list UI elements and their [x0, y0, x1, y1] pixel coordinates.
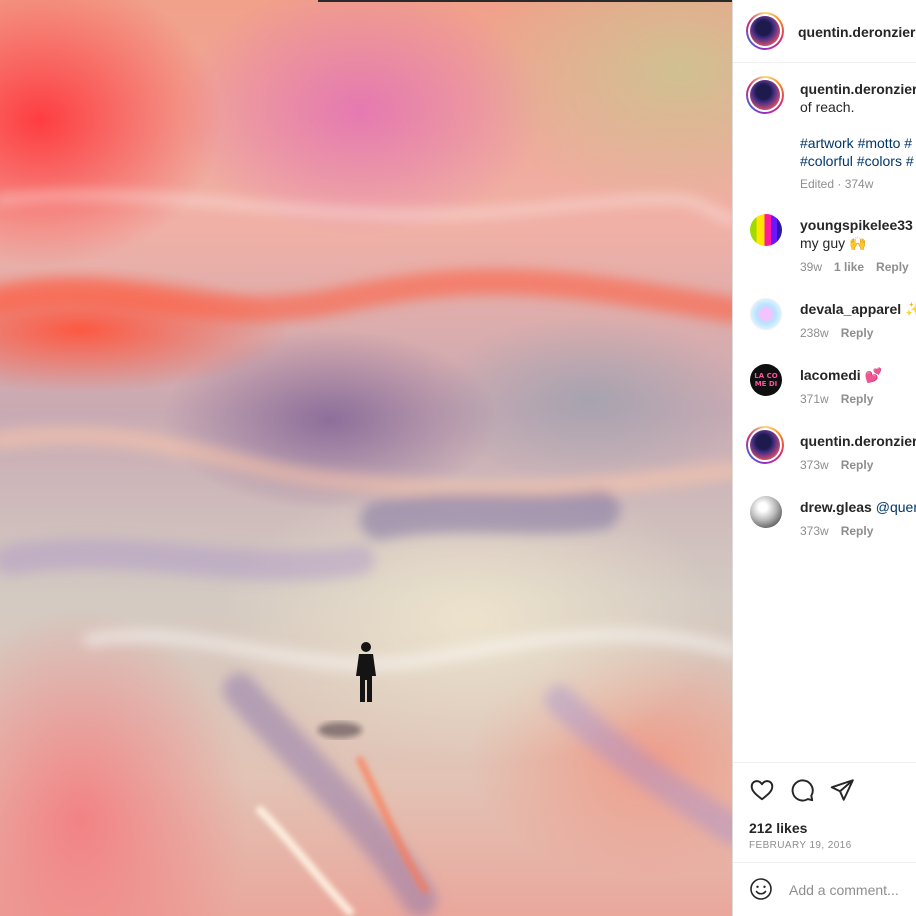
comment-meta: 371w Reply — [800, 392, 873, 406]
reply-button[interactable]: Reply — [841, 524, 874, 538]
comment-icon[interactable] — [789, 777, 815, 803]
caption-meta: Edited · 374w — [800, 177, 874, 191]
comment-avatar[interactable] — [750, 298, 782, 330]
comment-username[interactable]: youngspikelee33 @ — [800, 217, 916, 233]
comment-meta: 39w 1 like Reply — [800, 260, 909, 274]
reply-button[interactable]: Reply — [841, 326, 874, 340]
comment-meta: 373w Reply — [800, 524, 873, 538]
sparkles-emoji: ✨ — [905, 301, 916, 317]
reply-button[interactable]: Reply — [876, 260, 909, 274]
comment-avatar[interactable] — [746, 426, 784, 464]
caption-hashtags-line1[interactable]: #artwork #motto # — [800, 135, 912, 151]
comment-meta: 238w Reply — [800, 326, 873, 340]
post-image[interactable] — [0, 0, 732, 916]
comment-form — [733, 862, 916, 916]
comment-meta: 373w Reply — [800, 458, 873, 472]
author-username[interactable]: quentin.deronzier — [798, 24, 915, 40]
post-header: quentin.deronzier — [733, 0, 916, 63]
caption-time[interactable]: 374w — [845, 177, 874, 191]
comment-username[interactable]: quentin.deronzier — [800, 433, 916, 449]
heart-icon[interactable] — [749, 777, 775, 803]
post-side-panel: quentin.deronzier quentin.deronzier of r… — [732, 0, 916, 916]
action-bar: 212 likes FEBRUARY 19, 2016 — [733, 762, 916, 862]
caption-hashtags-line2[interactable]: #colorful #colors # — [800, 153, 914, 169]
comment-likes[interactable]: 1 like — [834, 260, 864, 274]
comment-avatar[interactable]: LA CO ME DI — [750, 364, 782, 396]
comment-time[interactable]: 373w — [800, 524, 829, 538]
lacomedi-logo-text: LA CO ME DI — [754, 372, 778, 388]
comment-avatar[interactable] — [750, 496, 782, 528]
comment-time[interactable]: 373w — [800, 458, 829, 472]
reply-button[interactable]: Reply — [841, 392, 874, 406]
caption-text: of reach. — [800, 99, 855, 115]
author-avatar[interactable] — [746, 12, 784, 50]
hearts-emoji: 💕 — [864, 367, 883, 383]
comment-time[interactable]: 371w — [800, 392, 829, 406]
comment-text: my guy 🙌 — [800, 235, 867, 251]
share-icon[interactable] — [829, 777, 855, 803]
comment-time[interactable]: 39w — [800, 260, 822, 274]
comment-avatar[interactable] — [750, 214, 782, 246]
add-comment-input[interactable] — [789, 879, 916, 901]
top-edge-strip — [318, 0, 732, 2]
comment-username[interactable]: lacomedi 💕 — [800, 367, 882, 384]
caption-edited-label: Edited — [800, 177, 835, 191]
comment-time[interactable]: 238w — [800, 326, 829, 340]
reply-button[interactable]: Reply — [841, 458, 874, 472]
caption-avatar[interactable] — [746, 76, 784, 114]
post-image-waves — [0, 190, 732, 916]
comment-username[interactable]: drew.gleas @quent — [800, 499, 916, 515]
comment-username[interactable]: devala_apparel ✨ — [800, 301, 916, 318]
likes-count[interactable]: 212 likes — [749, 820, 807, 836]
post-date[interactable]: FEBRUARY 19, 2016 — [749, 840, 852, 851]
comment-mention[interactable]: @quent — [876, 499, 916, 515]
standing-figure — [356, 642, 376, 702]
figure-shadow — [318, 722, 362, 738]
caption-username[interactable]: quentin.deronzier — [800, 81, 916, 97]
emoji-icon[interactable] — [749, 877, 773, 901]
